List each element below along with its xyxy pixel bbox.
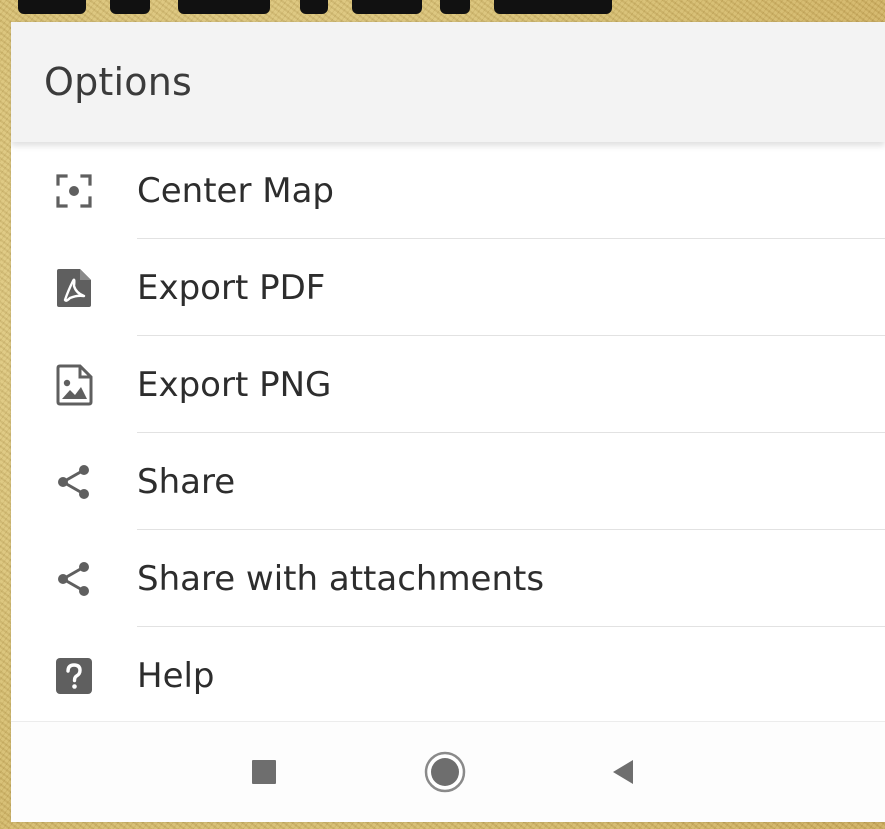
menu-item-label: Center Map: [137, 170, 334, 211]
menu-item-label: Export PDF: [137, 267, 326, 308]
menu-item-share[interactable]: Share: [11, 433, 885, 530]
menu-item-label: Export PNG: [137, 364, 332, 405]
menu-item-label: Share: [137, 461, 236, 502]
menu-item-label: Share with attachments: [137, 558, 545, 599]
text-fragment: [440, 0, 470, 14]
pdf-file-icon: [50, 264, 98, 312]
menu-item-share-with-attachments[interactable]: Share with attachments: [11, 530, 885, 627]
recents-square-icon[interactable]: [242, 750, 286, 794]
menu-item-label: Help: [137, 655, 215, 696]
help-icon: [50, 652, 98, 700]
menu-item-center-map[interactable]: Center Map: [11, 142, 885, 239]
text-fragment: [178, 0, 270, 14]
share-icon: [50, 458, 98, 506]
menu-item-help[interactable]: Help: [11, 627, 885, 724]
share-icon: [50, 555, 98, 603]
back-triangle-icon[interactable]: [601, 750, 645, 794]
text-fragment: [18, 0, 86, 14]
text-fragment: [352, 0, 422, 14]
text-fragment: [300, 0, 328, 14]
system-navigation-bar: [11, 721, 885, 822]
home-circle-icon[interactable]: [423, 750, 467, 794]
text-fragment: [110, 0, 150, 14]
options-menu: Center Map Export PDF Export PNG Share S…: [11, 142, 885, 724]
image-file-icon: [50, 361, 98, 409]
sheet-title: Options: [44, 60, 193, 104]
sheet-header: Options: [11, 22, 885, 142]
menu-item-export-png[interactable]: Export PNG: [11, 336, 885, 433]
text-fragment: [494, 0, 612, 14]
options-bottom-sheet: Options Center Map Export PDF Export PNG…: [11, 22, 885, 822]
menu-item-export-pdf[interactable]: Export PDF: [11, 239, 885, 336]
center-focus-icon: [50, 167, 98, 215]
